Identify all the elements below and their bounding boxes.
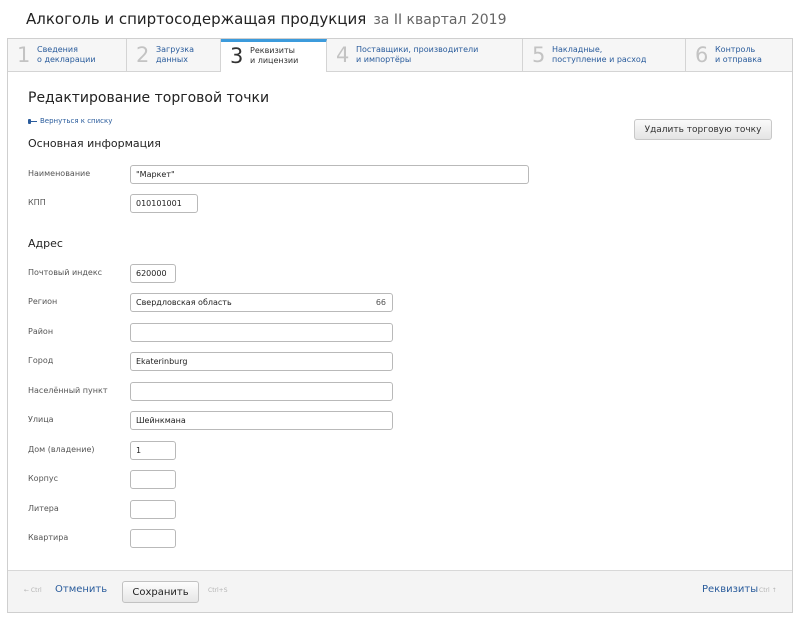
step-label: Контроль и отправка [715, 45, 762, 64]
step-invoices[interactable]: 5 Накладные, поступление и расход [523, 39, 686, 71]
name-label: Наименование [28, 169, 91, 178]
region-value: Свердловская область [136, 298, 232, 307]
letter-field[interactable] [130, 500, 176, 519]
city-field[interactable]: Ekaterinburg [130, 352, 393, 371]
header-title: Алкоголь и спиртосодержащая продукция [26, 10, 367, 28]
kpp-label: КПП [28, 198, 46, 207]
step-label: Накладные, поступление и расход [552, 45, 647, 64]
postcode-field[interactable]: 620000 [130, 264, 176, 283]
step-number: 3 [230, 44, 244, 68]
cancel-link[interactable]: Отменить [55, 584, 107, 595]
settlement-field[interactable] [130, 382, 393, 401]
step-label: Поставщики, производители и импортёры [356, 45, 479, 64]
region-field[interactable]: Свердловская область 66 [130, 293, 393, 312]
step-label: Реквизиты и лицензии [250, 46, 299, 65]
name-field[interactable]: "Маркет" [130, 165, 529, 184]
apartment-field[interactable] [130, 529, 176, 548]
footer-bar: ← Ctrl Отменить Сохранить Ctrl+S Реквизи… [8, 570, 792, 612]
next-shortcut-hint: Ctrl ↑ [759, 587, 777, 594]
next-step-link[interactable]: Реквизиты [702, 584, 758, 595]
district-label: Район [28, 327, 54, 336]
save-button[interactable]: Сохранить [122, 581, 199, 603]
street-field[interactable]: Шейнкмана [130, 411, 393, 430]
step-data-upload[interactable]: 2 Загрузка данных [127, 39, 221, 71]
main-panel: 1 Сведения о декларации 2 Загрузка данных … [7, 38, 793, 613]
kpp-field[interactable]: 010101001 [130, 194, 198, 213]
letter-label: Литера [28, 504, 59, 513]
building-label: Корпус [28, 474, 59, 483]
step-label: Загрузка данных [156, 45, 195, 64]
step-number: 1 [17, 43, 31, 67]
page-title: Редактирование торговой точки [28, 90, 270, 106]
house-field[interactable]: 1 [130, 441, 176, 460]
region-code: 66 [375, 298, 386, 307]
house-label: Дом (владение) [28, 445, 95, 454]
back-to-list-label: Вернуться к списку [40, 117, 113, 125]
street-label: Улица [28, 415, 54, 424]
settlement-label: Населённый пункт [28, 386, 108, 395]
step-control-send[interactable]: 6 Контроль и отправка [686, 39, 792, 71]
save-shortcut-hint: Ctrl+S [208, 587, 228, 594]
district-field[interactable] [130, 323, 393, 342]
wizard-steps: 1 Сведения о декларации 2 Загрузка данных … [8, 39, 792, 72]
delete-outlet-button[interactable]: Удалить торговую точку [634, 119, 772, 140]
postcode-label: Почтовый индекс [28, 268, 103, 277]
back-arrow-icon [28, 118, 37, 124]
building-field[interactable] [130, 470, 176, 489]
step-number: 4 [336, 43, 350, 67]
step-number: 6 [695, 43, 709, 67]
region-label: Регион [28, 297, 58, 306]
cancel-shortcut-hint: ← Ctrl [24, 587, 42, 594]
apartment-label: Квартира [28, 533, 69, 542]
basic-info-heading: Основная информация [28, 137, 161, 150]
step-number: 5 [532, 43, 546, 67]
step-declaration-info[interactable]: 1 Сведения о декларации [8, 39, 127, 71]
address-heading: Адрес [28, 237, 63, 250]
step-requisites-licenses[interactable]: 3 Реквизиты и лицензии [221, 39, 327, 72]
step-number: 2 [136, 43, 150, 67]
header-period: за II квартал 2019 [373, 12, 507, 28]
city-label: Город [28, 356, 54, 365]
back-to-list-link[interactable]: Вернуться к списку [28, 117, 112, 125]
page-header: Алкоголь и спиртосодержащая продукция за… [26, 9, 506, 31]
step-suppliers[interactable]: 4 Поставщики, производители и импортёры [327, 39, 523, 71]
step-label: Сведения о декларации [37, 45, 96, 64]
